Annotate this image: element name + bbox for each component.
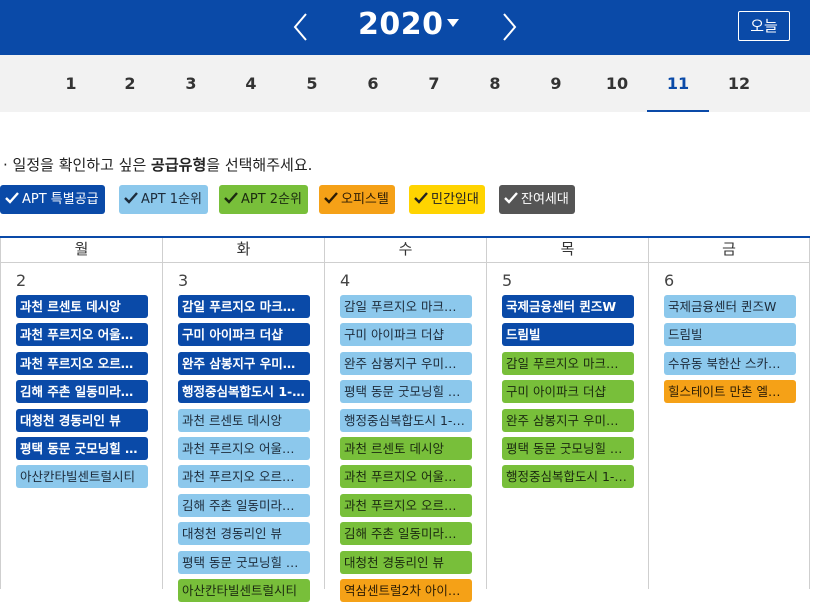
year-header: 2020 오늘 xyxy=(0,0,810,55)
day-column: 목 5 국제금융센터 퀸즈W 드림빌감일 푸르지오 마크… 구미 아이파크 더샵완주 삼… xyxy=(486,238,648,589)
schedule-event[interactable]: 국제금융센터 퀸즈W xyxy=(664,295,796,318)
day-number: 3 xyxy=(178,271,189,290)
caret-down-icon[interactable] xyxy=(446,18,460,28)
filter-label: APT 1순위 xyxy=(141,192,202,207)
filter-label: 오피스텔 xyxy=(341,192,389,207)
day-number: 6 xyxy=(664,271,675,290)
schedule-event[interactable]: 과천 르센토 데시앙 xyxy=(178,408,310,432)
schedule-event[interactable]: 김해 주촌 일동미라… xyxy=(340,522,472,546)
schedule-event[interactable]: 평택 동문 굿모닝힐 … xyxy=(502,437,634,460)
weekly-calendar: 월 2 과천 르센토 데시앙 과천 푸르지오 어울… 과천 푸르지오 오르… 김해 주촌 … xyxy=(0,236,810,602)
schedule-event[interactable]: 드림빌 xyxy=(502,323,634,347)
schedule-event[interactable]: 완주 삼봉지구 우미… xyxy=(502,408,634,432)
schedule-event[interactable]: 완주 삼봉지구 우미… xyxy=(178,351,310,375)
month-tab-10[interactable]: 10 xyxy=(586,55,648,112)
schedule-event[interactable]: 힐스테이트 만촌 엘… xyxy=(664,380,796,404)
schedule-event[interactable]: 평택 동문 굿모닝힐 … xyxy=(178,550,310,574)
month-tabs: 1 2 3 4 5 6 7 8 9 10 11 12 xyxy=(0,55,810,112)
month-tab-7[interactable]: 7 xyxy=(403,55,465,112)
schedule-event[interactable]: 대청천 경동리인 뷰 xyxy=(178,522,310,546)
schedule-event[interactable]: 구미 아이파크 더샵 xyxy=(340,323,472,347)
schedule-event[interactable]: 과천 푸르지오 오르… xyxy=(16,351,148,375)
schedule-event[interactable]: 수유동 북한산 스카… xyxy=(664,351,796,375)
schedule-event[interactable]: 행정중심복합도시 1-… xyxy=(502,465,634,489)
day-number: 5 xyxy=(502,271,513,290)
schedule-event[interactable]: 과천 르센토 데시앙 xyxy=(16,295,148,318)
schedule-event[interactable]: 과천 푸르지오 어울… xyxy=(178,437,310,460)
schedule-event[interactable]: 감일 푸르지오 마크… xyxy=(178,295,310,318)
schedule-event[interactable]: 과천 푸르지오 오르… xyxy=(178,465,310,489)
day-column: 월 2 과천 르센토 데시앙과천 푸르지오 어울… 과천 푸르지오 오르… 김해 주촌 … xyxy=(0,238,162,589)
month-tab-1[interactable]: 1 xyxy=(40,55,102,112)
schedule-event[interactable]: 대청천 경동리인 뷰 xyxy=(340,550,472,574)
day-column: 화 3 감일 푸르지오 마크… 구미 아이파크 더샵완주 삼봉지구 우미… 행정중심복합… xyxy=(162,238,324,602)
schedule-event[interactable]: 행정중심복합도시 1-… xyxy=(178,380,310,404)
month-tab-4[interactable]: 4 xyxy=(220,55,282,112)
month-tab-11[interactable]: 11 xyxy=(647,55,709,112)
schedule-event[interactable]: 구미 아이파크 더샵 xyxy=(502,380,634,404)
day-column: 수 4 감일 푸르지오 마크… 구미 아이파크 더샵완주 삼봉지구 우미… 평택 동문 … xyxy=(324,238,486,602)
weekday-header: 목 xyxy=(487,238,648,263)
schedule-event[interactable]: 과천 르센토 데시앙 xyxy=(340,437,472,460)
checkmark-icon xyxy=(224,192,238,204)
month-tab-3[interactable]: 3 xyxy=(160,55,222,112)
schedule-event[interactable]: 구미 아이파크 더샵 xyxy=(178,323,310,347)
filter-button-3[interactable]: 오피스텔 xyxy=(319,185,395,214)
filter-label: 잔여세대 xyxy=(521,192,569,207)
schedule-event[interactable]: 아산칸타빌센트럴시티 xyxy=(178,579,310,602)
day-number: 4 xyxy=(340,271,351,290)
chevron-right-icon[interactable] xyxy=(499,10,519,44)
filter-label: 민간임대 xyxy=(431,192,479,207)
schedule-event[interactable]: 감일 푸르지오 마크… xyxy=(340,295,472,318)
month-tab-12[interactable]: 12 xyxy=(708,55,770,112)
filter-button-0[interactable]: APT 특별공급 xyxy=(0,185,105,214)
filter-button-2[interactable]: APT 2순위 xyxy=(219,185,308,214)
month-tab-6[interactable]: 6 xyxy=(342,55,404,112)
schedule-event[interactable]: 평택 동문 굿모닝힐 … xyxy=(340,380,472,404)
filter-label: APT 2순위 xyxy=(241,192,302,207)
day-number: 2 xyxy=(16,271,27,290)
weekday-header: 수 xyxy=(325,238,486,263)
schedule-event[interactable]: 김해 주촌 일동미라… xyxy=(16,380,148,404)
month-tab-8[interactable]: 8 xyxy=(464,55,526,112)
filter-label: APT 특별공급 xyxy=(22,192,99,207)
weekday-header: 월 xyxy=(1,238,162,263)
month-tab-5[interactable]: 5 xyxy=(281,55,343,112)
schedule-event[interactable]: 국제금융센터 퀸즈W xyxy=(502,295,634,318)
checkmark-icon xyxy=(504,192,518,204)
filter-button-5[interactable]: 잔여세대 xyxy=(499,185,575,214)
checkmark-icon xyxy=(324,192,338,204)
instruction-text: · 일정을 확인하고 싶은 공급유형을 선택해주세요. xyxy=(3,156,313,174)
weekday-header: 금 xyxy=(649,238,809,263)
schedule-event[interactable]: 평택 동문 굿모닝힐 … xyxy=(16,437,148,460)
schedule-event[interactable]: 과천 푸르지오 오르… xyxy=(340,493,472,517)
schedule-event[interactable]: 완주 삼봉지구 우미… xyxy=(340,351,472,375)
schedule-event[interactable]: 김해 주촌 일동미라… xyxy=(178,493,310,517)
schedule-event[interactable]: 역삼센트럴2차 아이… xyxy=(340,579,472,602)
checkmark-icon xyxy=(5,192,19,204)
checkmark-icon xyxy=(414,192,428,204)
filter-button-4[interactable]: 민간임대 xyxy=(409,185,485,214)
schedule-event[interactable]: 드림빌 xyxy=(664,323,796,347)
chevron-left-icon[interactable] xyxy=(291,10,311,44)
schedule-event[interactable]: 감일 푸르지오 마크… xyxy=(502,351,634,375)
month-tab-9[interactable]: 9 xyxy=(525,55,587,112)
schedule-event[interactable]: 아산칸타빌센트럴시티 xyxy=(16,465,148,489)
month-tab-2[interactable]: 2 xyxy=(99,55,161,112)
schedule-event[interactable]: 대청천 경동리인 뷰 xyxy=(16,408,148,432)
weekday-header: 화 xyxy=(163,238,324,263)
schedule-event[interactable]: 과천 푸르지오 어울… xyxy=(16,323,148,347)
checkmark-icon xyxy=(124,192,138,204)
filter-button-1[interactable]: APT 1순위 xyxy=(119,185,208,214)
year-label: 2020 xyxy=(358,7,444,42)
today-button[interactable]: 오늘 xyxy=(738,11,790,41)
day-column: 금 6 국제금융센터 퀸즈W 드림빌수유동 북한산 스카… 힐스테이트 만촌 엘… xyxy=(648,238,810,589)
schedule-event[interactable]: 과천 푸르지오 어울… xyxy=(340,465,472,489)
schedule-event[interactable]: 행정중심복합도시 1-… xyxy=(340,408,472,432)
